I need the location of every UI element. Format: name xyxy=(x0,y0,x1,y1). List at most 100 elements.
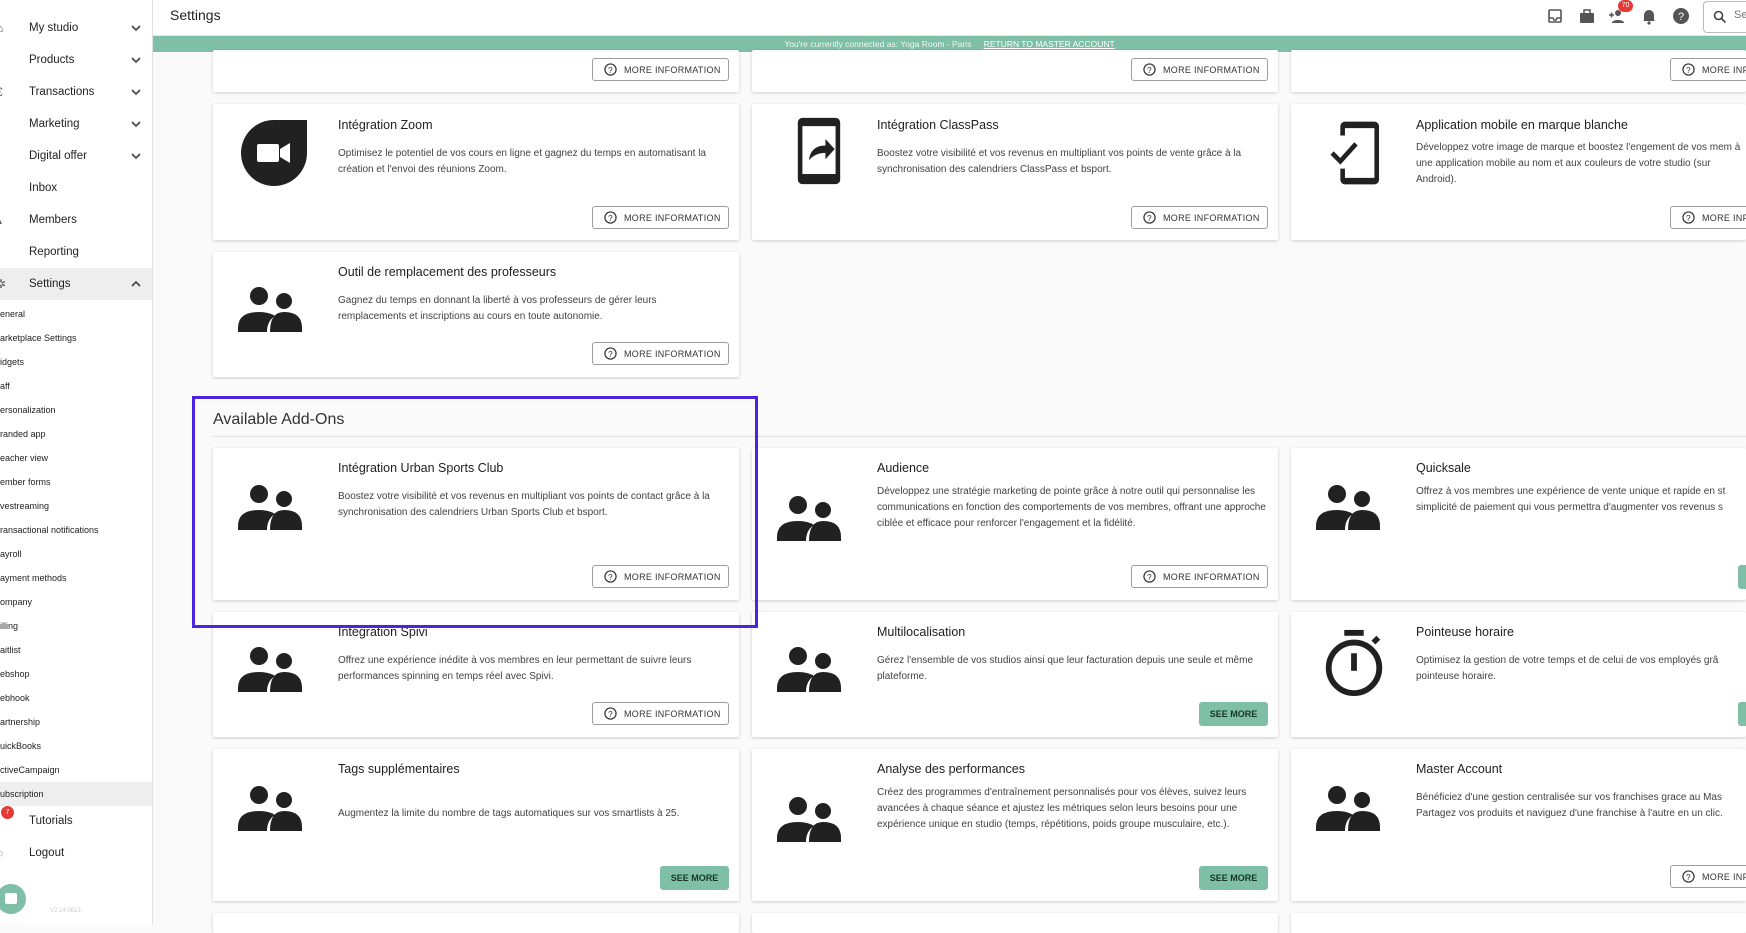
bell-icon[interactable] xyxy=(1640,7,1658,25)
chevron-down-icon xyxy=(131,121,141,128)
settings-sub-webhook[interactable]: ebhook xyxy=(0,686,152,710)
phone-check-icon xyxy=(1330,121,1380,185)
integration-card-white-label-app: Application mobile en marque blanche Dév… xyxy=(1291,104,1746,240)
settings-sub-livestreaming[interactable]: vestreaming xyxy=(0,494,152,518)
search-box[interactable] xyxy=(1703,1,1746,33)
page-title: Settings xyxy=(170,7,221,23)
addon-card-urban-sports-club: Intégration Urban Sports Club Boostez vo… xyxy=(213,448,739,600)
settings-sub-teacher-view[interactable]: eacher view xyxy=(0,446,152,470)
svg-text:?: ? xyxy=(608,572,613,582)
button-label: MORE INFORMATION xyxy=(1163,212,1260,223)
settings-sub-subscription[interactable]: ubscription xyxy=(0,782,152,806)
more-information-button[interactable]: ? MORE INFORMATION xyxy=(592,342,729,365)
settings-sub-general[interactable]: eneral xyxy=(0,302,152,326)
integration-card-partial: ? MORE INFORMATION xyxy=(752,50,1278,92)
settings-sub-branded-app[interactable]: randed app xyxy=(0,422,152,446)
sidebar-item-reporting[interactable]: ▪ Reporting xyxy=(0,236,152,268)
help-circle-icon: ? xyxy=(604,347,617,360)
sidebar-item-digital-offer[interactable]: ▫ Digital offer xyxy=(0,140,152,172)
more-information-button[interactable]: ? MORE INFORMATION xyxy=(1131,206,1268,229)
svg-text:?: ? xyxy=(608,213,613,223)
more-information-button[interactable]: ? MORE INF xyxy=(1670,865,1746,888)
help-icon[interactable]: ? xyxy=(1672,7,1690,25)
button-label: MORE INFORMATION xyxy=(1163,571,1260,582)
sidebar-item-settings[interactable]: ✲ Settings xyxy=(0,268,152,300)
inbox-icon[interactable] xyxy=(1546,7,1564,25)
sidebar-item-label: Transactions xyxy=(29,86,95,98)
sidebar-item-inbox[interactable]: ▪ Inbox xyxy=(0,172,152,204)
see-more-button-partial[interactable] xyxy=(1738,702,1746,726)
card-description: Créez des programmes d'entraînement pers… xyxy=(877,787,1247,830)
svg-text:?: ? xyxy=(1147,65,1152,75)
settings-sub-partnership[interactable]: artnership xyxy=(0,710,152,734)
settings-sub-widgets[interactable]: idgets xyxy=(0,350,152,374)
chevron-down-icon xyxy=(131,153,141,160)
search-input[interactable] xyxy=(1734,9,1746,21)
svg-text:?: ? xyxy=(1686,872,1691,882)
sidebar-item-logout[interactable]: ◌ Logout xyxy=(0,837,152,869)
more-information-button[interactable]: ? MORE INF xyxy=(1670,206,1746,229)
chat-launcher-button[interactable] xyxy=(0,884,26,914)
more-information-button[interactable]: ? MORE INFORMATION xyxy=(1131,565,1268,588)
more-information-button[interactable]: ? MORE INF xyxy=(1670,58,1746,81)
settings-sub-waitlist[interactable]: aitlist xyxy=(0,638,152,662)
more-information-button[interactable]: ? MORE INFORMATION xyxy=(592,58,729,81)
settings-sub-staff[interactable]: aff xyxy=(0,374,152,398)
button-label: MORE INF xyxy=(1702,871,1746,882)
settings-sub-marketplace[interactable]: arketplace Settings xyxy=(0,326,152,350)
home-icon: ⌂ xyxy=(0,22,8,34)
banner-text: You're currently connected as: Yoga Room… xyxy=(784,39,972,49)
button-label: MORE INFORMATION xyxy=(624,212,721,223)
sidebar-item-transactions[interactable]: € Transactions xyxy=(0,76,152,108)
settings-sub-member-forms[interactable]: ember forms xyxy=(0,470,152,494)
sidebar-item-members[interactable]: ▴ Members xyxy=(0,204,152,236)
settings-sub-company[interactable]: ompany xyxy=(0,590,152,614)
people-icon xyxy=(777,496,841,541)
briefcase-icon[interactable] xyxy=(1578,7,1596,25)
addon-card-pointeuse-horaire: Pointeuse horaire Optimisez la gestion d… xyxy=(1291,612,1746,737)
card-title: Pointeuse horaire xyxy=(1416,625,1514,639)
settings-sub-activecampaign[interactable]: ctiveCampaign xyxy=(0,758,152,782)
more-information-button[interactable]: ? MORE INFORMATION xyxy=(592,702,729,725)
svg-text:?: ? xyxy=(1147,213,1152,223)
card-description: Offrez à vos membres une expérience de v… xyxy=(1416,486,1726,513)
see-more-button-partial[interactable] xyxy=(1738,565,1746,589)
help-circle-icon: ? xyxy=(1682,870,1695,883)
people-icon xyxy=(1316,786,1380,831)
settings-sub-payment-methods[interactable]: ayment methods xyxy=(0,566,152,590)
help-circle-icon: ? xyxy=(1682,211,1695,224)
tag-icon: ▪ xyxy=(0,54,8,66)
settings-sub-quickbooks[interactable]: uickBooks xyxy=(0,734,152,758)
more-information-button[interactable]: ? MORE INFORMATION xyxy=(1131,58,1268,81)
sidebar-item-products[interactable]: ▪ Products xyxy=(0,44,152,76)
sidebar-item-marketing[interactable]: ▪ Marketing xyxy=(0,108,152,140)
svg-text:?: ? xyxy=(608,709,613,719)
integration-card-zoom: Intégration Zoom Optimisez le potentiel … xyxy=(213,104,739,240)
zoom-video-icon xyxy=(241,120,307,186)
integration-card-classpass: Intégration ClassPass Boostez votre visi… xyxy=(752,104,1278,240)
more-information-button[interactable]: ? MORE INFORMATION xyxy=(592,206,729,229)
see-more-button[interactable]: SEE MORE xyxy=(1199,866,1268,890)
button-label: MORE INF xyxy=(1702,64,1746,75)
card-description: Gagnez du temps en donnant la liberté à … xyxy=(338,295,657,322)
settings-sub-webshop[interactable]: ebshop xyxy=(0,662,152,686)
settings-sub-payroll[interactable]: ayroll xyxy=(0,542,152,566)
sidebar-item-my-studio[interactable]: ⌂ My studio xyxy=(0,12,152,44)
sidebar-item-label: Inbox xyxy=(29,182,58,194)
see-more-button[interactable]: SEE MORE xyxy=(660,866,729,890)
more-information-button[interactable]: ? MORE INFORMATION xyxy=(592,565,729,588)
sidebar-item-tutorials[interactable]: ▪ Tutorials xyxy=(0,805,152,837)
settings-sub-transactional-notifications[interactable]: ransactional notifications xyxy=(0,518,152,542)
search-icon xyxy=(1713,10,1727,24)
card-title: Intégration Spivi xyxy=(338,625,428,639)
addon-card-spivi: Intégration Spivi Offrez une expérience … xyxy=(213,612,739,737)
chevron-down-icon xyxy=(131,25,141,32)
card-title: Tags supplémentaires xyxy=(338,762,460,776)
see-more-button[interactable]: SEE MORE xyxy=(1199,702,1268,726)
return-master-account-link[interactable]: RETURN TO MASTER ACCOUNT xyxy=(984,39,1115,49)
settings-sub-billing[interactable]: illing xyxy=(0,614,152,638)
section-divider xyxy=(213,436,1746,437)
addon-card-partial xyxy=(752,913,1278,933)
settings-sub-personalization[interactable]: ersonalization xyxy=(0,398,152,422)
addon-card-audience: Audience Développez une stratégie market… xyxy=(752,448,1278,600)
